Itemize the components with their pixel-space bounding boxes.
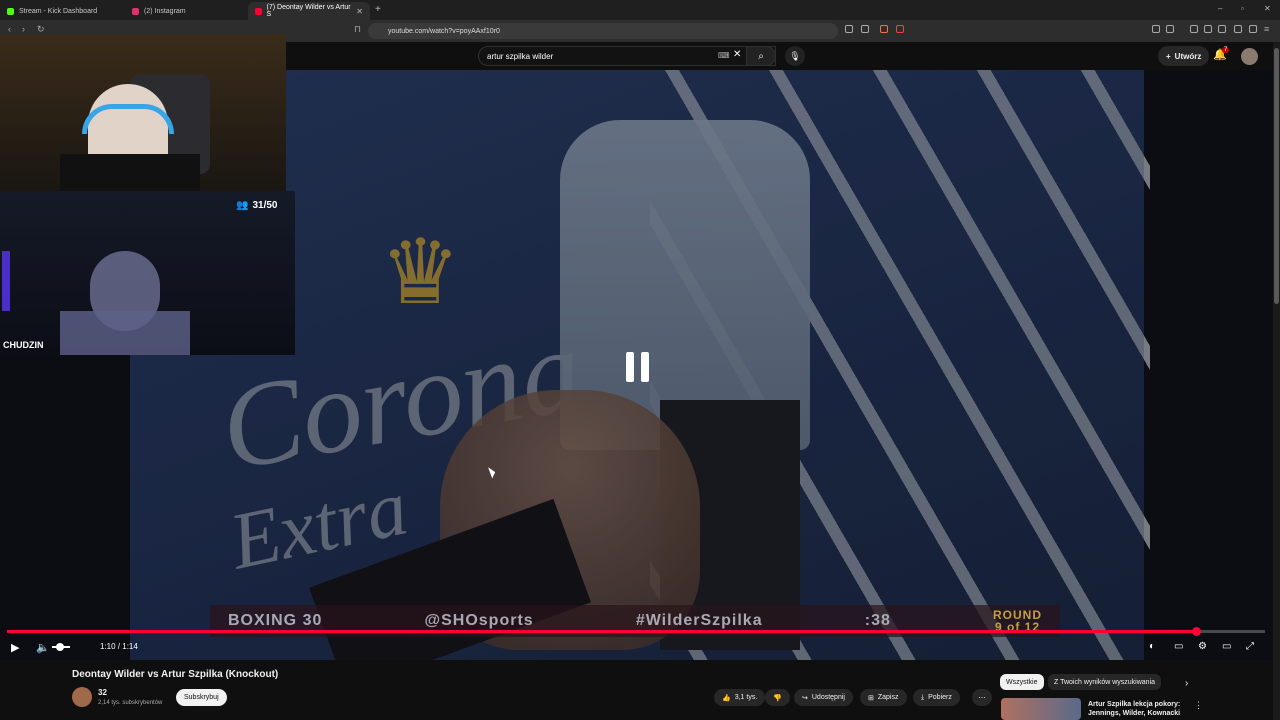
autoplay-toggle-icon[interactable]: ◐ [1149, 641, 1155, 652]
extension-icon[interactable] [1166, 25, 1174, 33]
menu-icon[interactable]: ≡ [1264, 24, 1269, 34]
play-icon[interactable]: ▶ [11, 641, 19, 654]
chip-all[interactable]: Wszystkie [1000, 674, 1044, 690]
search-input[interactable]: artur szpilka wilder [478, 46, 776, 66]
thumbs-down-icon: 👎 [773, 694, 782, 702]
tab-title: (7) Deontay Wilder vs Artur S [266, 4, 351, 18]
minimize-icon[interactable]: – [1218, 4, 1222, 13]
headphones-icon [82, 104, 174, 134]
recommended-thumbnail[interactable] [1001, 698, 1081, 720]
browser-tab-instagram[interactable]: (2) Instagram [125, 2, 248, 20]
webcam-guest [0, 191, 295, 355]
download-icon: ⤓ [921, 693, 925, 701]
instagram-favicon-icon [132, 7, 139, 15]
tab-title: (2) Instagram [144, 7, 186, 15]
download-label: Pobierz [928, 694, 952, 701]
more-icon: ⋯ [978, 694, 986, 702]
theater-mode-icon[interactable]: ▭ [1222, 641, 1231, 652]
progress-bar[interactable] [7, 627, 1265, 636]
share-icon: ↪ [802, 694, 808, 702]
video-title: Deontay Wilder vs Artur Szpilka (Knockou… [72, 669, 279, 680]
pause-indicator-icon[interactable] [617, 347, 657, 387]
people-icon: 👥 [236, 200, 249, 211]
share-page-icon[interactable] [861, 25, 869, 33]
voice-search-button[interactable]: 🎙 [785, 46, 805, 66]
settings-gear-icon[interactable]: ⚙ [1198, 641, 1207, 652]
like-button[interactable]: 👍 3,1 tys. [714, 689, 766, 706]
dislike-button[interactable]: 👎 [765, 689, 790, 706]
plus-icon: + [1166, 51, 1171, 61]
address-bar[interactable]: youtube.com/watch?v=poyAAxf10r0 [368, 23, 838, 39]
time-display: 1:10 / 1:14 [100, 642, 138, 651]
share-button[interactable]: ↪ Udostępnij [794, 689, 853, 706]
scrollbar-thumb[interactable] [1274, 48, 1279, 304]
lamp-light [2, 251, 10, 311]
music-icon[interactable] [1190, 25, 1198, 33]
youtube-favicon-icon [255, 7, 262, 15]
brave-shield-icon[interactable] [880, 25, 888, 33]
broadcast-hashtag: #WilderSzpilka [635, 612, 763, 629]
download-button[interactable]: ⤓ Pobierz [913, 689, 960, 706]
restore-icon[interactable]: ▫ [1241, 4, 1244, 13]
tab-title: Stream - Kick Dashboard [19, 7, 98, 15]
create-label: Utwórz [1174, 51, 1202, 61]
chip-from-search[interactable]: Z Twoich wyników wyszukiwania [1048, 674, 1162, 690]
new-tab-button[interactable]: + [375, 4, 381, 15]
save-button[interactable]: ⊞ Zapisz [860, 689, 907, 706]
browser-tab-kick[interactable]: Stream - Kick Dashboard [0, 2, 125, 20]
guest-shirt [60, 311, 190, 355]
viewer-count-text: 31/50 [252, 200, 278, 211]
chevron-right-icon[interactable]: › [1185, 678, 1188, 689]
subtitles-icon[interactable]: ▭ [1174, 641, 1183, 652]
progress-played [7, 630, 1196, 633]
subscribe-button[interactable]: Subskrybuj [176, 689, 227, 706]
extension-icon[interactable] [1234, 25, 1242, 33]
broadcast-handle: @SHOsports [424, 612, 534, 629]
recommended-title[interactable]: Artur Szpilka lekcja pokory: Jennings, W… [1088, 700, 1188, 718]
browser-tab-youtube[interactable]: (7) Deontay Wilder vs Artur S ✕ [248, 2, 370, 20]
more-actions-button[interactable]: ⋯ [972, 689, 992, 706]
clear-search-icon[interactable]: ✕ [733, 49, 741, 60]
bookmark-icon[interactable]: ⊓ [354, 24, 361, 35]
kick-favicon-icon [7, 7, 14, 15]
cast-icon[interactable] [845, 25, 853, 33]
webcam-main [0, 34, 286, 191]
close-window-icon[interactable]: ✕ [1264, 4, 1271, 13]
rewards-icon[interactable] [896, 25, 904, 33]
microphone-icon: 🎙 [789, 50, 801, 61]
like-count: 3,1 tys. [734, 694, 758, 701]
save-label: Zapisz [877, 694, 899, 701]
viewer-count: 👥 31/50 [236, 200, 277, 211]
subscriber-count: 2,14 tys. subskrybentów [98, 700, 163, 706]
fullscreen-icon[interactable]: ⤢ [1246, 641, 1254, 652]
scrubber-handle[interactable] [1191, 627, 1201, 636]
search-query: artur szpilka wilder [487, 51, 554, 61]
volume-icon[interactable]: 🔈 [36, 641, 50, 654]
back-icon[interactable]: ‹ [8, 24, 11, 34]
url-text: youtube.com/watch?v=poyAAxf10r0 [388, 27, 500, 35]
wallet-icon[interactable] [1218, 25, 1226, 33]
streamer-shirt [60, 154, 200, 191]
vpn-icon[interactable] [1249, 25, 1257, 33]
thumbs-up-icon: 👍 [722, 694, 731, 702]
account-avatar[interactable] [1241, 48, 1258, 65]
channel-avatar[interactable] [72, 687, 92, 707]
extension-icon[interactable] [1152, 25, 1160, 33]
create-button[interactable]: + Utwórz [1158, 46, 1210, 66]
streamer-name: CHUDZIN [3, 340, 44, 350]
close-tab-icon[interactable]: ✕ [356, 7, 363, 16]
search-icon: ⌕ [758, 50, 764, 62]
forward-icon[interactable]: › [22, 24, 25, 34]
save-icon: ⊞ [868, 694, 874, 702]
channel-name[interactable]: 32 [98, 688, 107, 697]
keyboard-icon[interactable]: ⌨ [718, 51, 730, 60]
kebab-menu-icon[interactable]: ⋮ [1194, 700, 1203, 711]
broadcast-brand: BOXING 30 [228, 612, 323, 629]
search-button[interactable]: ⌕ [746, 46, 776, 66]
round-clock: :38 [864, 612, 891, 629]
sidebar-icon[interactable] [1204, 25, 1212, 33]
share-label: Udostępnij [811, 694, 845, 701]
